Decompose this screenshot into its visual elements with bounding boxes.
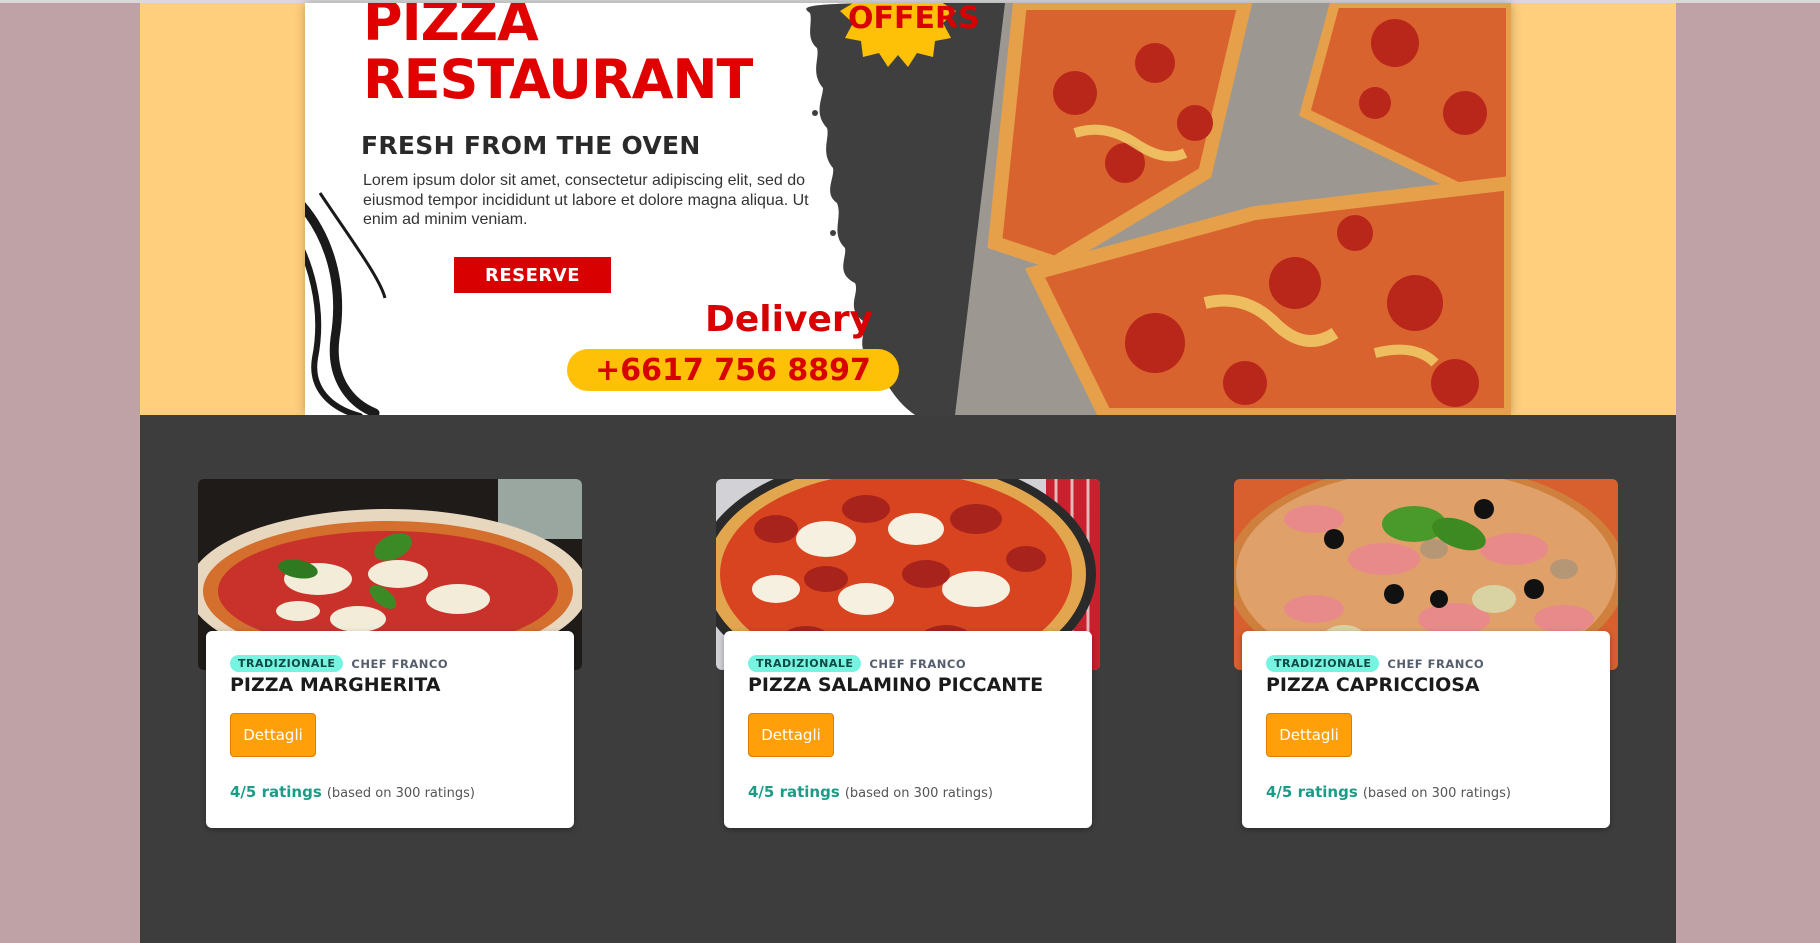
pizza-title: PIZZA MARGHERITA	[230, 674, 441, 696]
promo-banner: PIZZA RESTAURANT FRESH FROM THE OVEN Lor…	[305, 3, 1511, 415]
rating: 4/5 ratings (based on 300 ratings)	[230, 782, 475, 801]
rating: 4/5 ratings (based on 300 ratings)	[748, 782, 993, 801]
pizza-card: TRADIZIONALE CHEF FRANCO PIZZA CAPRICCIO…	[1234, 479, 1618, 828]
offers-label: OFFERS	[848, 3, 980, 36]
card-tags: TRADIZIONALE CHEF FRANCO	[230, 655, 448, 672]
pizza-card-body: TRADIZIONALE CHEF FRANCO PIZZA SALAMINO …	[724, 631, 1092, 828]
reserve-button[interactable]: RESERVE	[454, 257, 611, 293]
card-tags: TRADIZIONALE CHEF FRANCO	[748, 655, 966, 672]
rating-note: (based on 300 ratings)	[326, 786, 475, 801]
rating-value: 4/5 ratings	[748, 783, 840, 801]
details-button[interactable]: Dettagli	[230, 713, 316, 757]
category-badge: TRADIZIONALE	[748, 655, 862, 672]
rating-value: 4/5 ratings	[230, 783, 322, 801]
pizza-card: TRADIZIONALE CHEF FRANCO PIZZA MARGHERIT…	[198, 479, 582, 828]
phone-pill: +6617 756 8897	[567, 349, 899, 391]
category-badge: TRADIZIONALE	[230, 655, 344, 672]
pizza-card-body: TRADIZIONALE CHEF FRANCO PIZZA MARGHERIT…	[206, 631, 574, 828]
rating: 4/5 ratings (based on 300 ratings)	[1266, 782, 1511, 801]
delivery-label: Delivery	[705, 299, 874, 340]
banner-description: Lorem ipsum dolor sit amet, consectetur …	[363, 172, 809, 228]
pizza-menu-section: TRADIZIONALE CHEF FRANCO PIZZA MARGHERIT…	[140, 415, 1676, 943]
banner-title-line1: PIZZA	[363, 3, 539, 53]
rating-value: 4/5 ratings	[1266, 783, 1358, 801]
banner-title-line2: RESTAURANT	[363, 48, 753, 111]
chef-name: CHEF FRANCO	[1387, 656, 1485, 671]
card-tags: TRADIZIONALE CHEF FRANCO	[1266, 655, 1484, 672]
pizza-card-body: TRADIZIONALE CHEF FRANCO PIZZA CAPRICCIO…	[1242, 631, 1610, 828]
chef-name: CHEF FRANCO	[351, 656, 449, 671]
details-button[interactable]: Dettagli	[1266, 713, 1352, 757]
pizza-title: PIZZA SALAMINO PICCANTE	[748, 674, 1044, 696]
category-badge: TRADIZIONALE	[1266, 655, 1380, 672]
details-button[interactable]: Dettagli	[748, 713, 834, 757]
banner-subtitle: FRESH FROM THE OVEN	[361, 131, 701, 160]
pizza-title: PIZZA CAPRICCIOSA	[1266, 674, 1480, 696]
delivery-phone: +6617 756 8897	[595, 352, 871, 388]
pizza-card: TRADIZIONALE CHEF FRANCO PIZZA SALAMINO …	[716, 479, 1100, 828]
hero-section: PIZZA RESTAURANT FRESH FROM THE OVEN Lor…	[140, 3, 1676, 415]
rating-note: (based on 300 ratings)	[1362, 786, 1511, 801]
chef-name: CHEF FRANCO	[869, 656, 967, 671]
page-container: PIZZA RESTAURANT FRESH FROM THE OVEN Lor…	[140, 3, 1676, 943]
rating-note: (based on 300 ratings)	[844, 786, 993, 801]
